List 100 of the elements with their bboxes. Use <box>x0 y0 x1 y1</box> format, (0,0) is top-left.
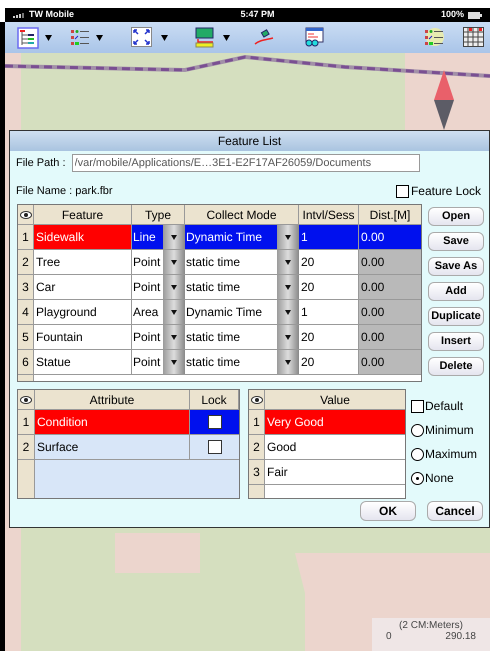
caret-icon[interactable] <box>96 35 103 41</box>
dropdown-caret-icon[interactable] <box>277 225 299 249</box>
dropdown-caret-icon[interactable] <box>163 275 185 299</box>
eye-icon[interactable] <box>18 390 35 409</box>
table-cell[interactable]: 20 <box>299 350 359 374</box>
action-button[interactable]: Save <box>428 232 484 251</box>
feature-lock-checkbox[interactable] <box>396 184 409 198</box>
option-label: Maximum <box>425 446 478 463</box>
action-button[interactable]: Save As <box>428 257 484 276</box>
caret-icon[interactable] <box>45 35 52 41</box>
scale-max: 290.18 <box>445 631 476 642</box>
scale-label: (2 CM:Meters) <box>399 620 463 631</box>
dropdown-caret-icon[interactable] <box>277 300 299 324</box>
dropdown-caret-icon[interactable] <box>277 350 299 374</box>
dropdown-caret-icon[interactable] <box>163 250 185 274</box>
scale-min: 0 <box>386 631 392 642</box>
file-name-label: File Name : park.fbr <box>16 184 113 199</box>
satellite-track-icon[interactable] <box>254 29 274 45</box>
radio-button[interactable] <box>411 448 424 460</box>
table-cell: 0.00 <box>359 350 421 374</box>
table-cell[interactable]: Dynamic Time <box>185 225 277 249</box>
table-cell[interactable]: Car <box>34 275 132 299</box>
option-label: Minimum <box>425 422 474 439</box>
dropdown-caret-icon[interactable] <box>277 325 299 349</box>
lock-checkbox[interactable] <box>208 415 222 429</box>
table-cell: 0.00 <box>359 300 421 324</box>
radio-button[interactable] <box>411 472 424 484</box>
file-path-field[interactable]: /var/mobile/Applications/E…3E1-E2F17AF26059/Documents <box>72 154 420 172</box>
row-number: 2 <box>18 435 35 459</box>
caret-icon[interactable] <box>223 35 230 41</box>
row-number: 6 <box>18 350 34 374</box>
default-checkbox[interactable] <box>411 400 424 412</box>
carrier-name: TW Mobile <box>29 8 74 22</box>
table-cell[interactable]: 20 <box>299 325 359 349</box>
column-header: Attribute <box>35 390 190 409</box>
row-number: 3 <box>249 460 265 484</box>
row-number: 3 <box>18 275 34 299</box>
row-number: 5 <box>18 325 34 349</box>
grid-icon[interactable] <box>463 27 484 47</box>
table-cell[interactable]: Surface <box>35 435 190 459</box>
action-button[interactable]: Duplicate <box>428 307 484 326</box>
table-cell[interactable]: 1 <box>299 225 359 249</box>
row-number: 4 <box>18 300 34 324</box>
column-header: Collect Mode <box>185 205 299 224</box>
table-cell[interactable]: 1 <box>299 300 359 324</box>
table-cell: 0.00 <box>359 325 421 349</box>
table-cell[interactable]: Statue <box>34 350 132 374</box>
row-number: 1 <box>18 225 34 249</box>
radio-button[interactable] <box>411 424 424 436</box>
feature-lock-label: Feature Lock <box>410 183 481 200</box>
table-cell: 0.00 <box>359 225 421 249</box>
column-header: Value <box>265 390 405 409</box>
column-header: Type <box>132 205 185 224</box>
table-cell[interactable]: 20 <box>299 275 359 299</box>
dropdown-caret-icon[interactable] <box>163 225 185 249</box>
action-button[interactable]: Add <box>428 282 484 301</box>
north-arrow-icon <box>433 70 455 130</box>
dropdown-caret-icon[interactable] <box>163 325 185 349</box>
expand-icon[interactable] <box>131 27 152 47</box>
action-button[interactable]: Insert <box>428 332 484 351</box>
eye-icon[interactable] <box>249 390 265 409</box>
dropdown-caret-icon[interactable] <box>277 250 299 274</box>
table-cell[interactable]: Condition <box>35 410 190 434</box>
layers-tree-icon[interactable] <box>17 27 39 49</box>
option-label: Default <box>425 398 464 415</box>
dropdown-caret-icon[interactable] <box>163 350 185 374</box>
table-cell[interactable]: Sidewalk <box>34 225 132 249</box>
column-header: Intvl/Sess <box>299 205 359 224</box>
table-cell: 0.00 <box>359 250 421 274</box>
battery-icon <box>468 12 482 18</box>
action-button[interactable]: Cancel <box>427 501 483 521</box>
dropdown-caret-icon[interactable] <box>163 300 185 324</box>
column-header: Dist.[M] <box>359 205 421 224</box>
legend-icon[interactable] <box>424 28 446 46</box>
table-cell[interactable]: Very Good <box>265 410 405 434</box>
action-button[interactable]: Open <box>428 207 484 226</box>
option-label: None <box>425 470 454 487</box>
table-cell[interactable]: Line <box>132 225 163 249</box>
row-number: 2 <box>18 250 34 274</box>
eye-icon[interactable] <box>18 205 34 224</box>
action-button[interactable]: Delete <box>428 357 484 376</box>
lock-checkbox[interactable] <box>208 440 222 454</box>
row-number: 2 <box>249 435 265 459</box>
column-header: Feature <box>34 205 132 224</box>
table-cell[interactable]: Playground <box>34 300 132 324</box>
caret-icon[interactable] <box>161 35 168 41</box>
table-cell[interactable]: 20 <box>299 250 359 274</box>
dropdown-caret-icon[interactable] <box>277 275 299 299</box>
clock-time: 5:47 PM <box>240 8 274 22</box>
row-number: 1 <box>18 410 35 434</box>
row-number: 1 <box>249 410 265 434</box>
dialog-title: Feature List <box>10 131 489 151</box>
signal-icon <box>13 12 25 18</box>
file-path-label: File Path : <box>16 156 66 171</box>
action-button[interactable]: OK <box>360 501 416 521</box>
table-link-icon[interactable] <box>304 27 324 47</box>
ruler-icon[interactable] <box>195 27 215 48</box>
table-cell[interactable]: Tree <box>34 250 132 274</box>
battery-percent: 100% <box>440 8 464 22</box>
table-cell[interactable]: Fountain <box>34 325 132 349</box>
